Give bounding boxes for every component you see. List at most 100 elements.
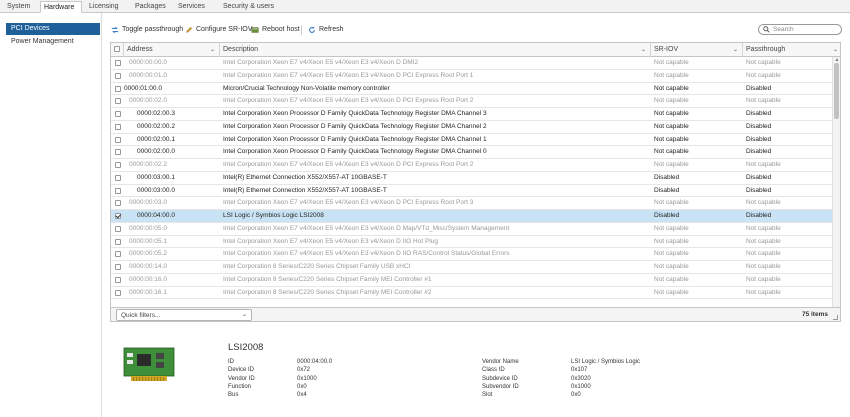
table-row[interactable]: 0000:02:00.2 Intel Corporation Xeon Proce… bbox=[111, 121, 833, 134]
row-checkbox[interactable] bbox=[115, 289, 121, 296]
tab-hardware[interactable]: Hardware bbox=[40, 1, 82, 13]
cell-description: Intel Corporation Xeon Processor D Famil… bbox=[223, 148, 487, 156]
chevron-down-icon[interactable]: ⌄ bbox=[210, 43, 215, 57]
table-row[interactable]: 0000:00:05.2 Intel Corporation Xeon E7 v4… bbox=[111, 248, 833, 261]
cell-address: 0000:00:01.0 bbox=[129, 71, 167, 79]
table-row[interactable]: 0000:00:02.0 Intel Corporation Xeon E7 v4… bbox=[111, 95, 833, 108]
column-header-address[interactable]: Address ⌄ bbox=[124, 43, 220, 57]
cell-sriov: Not capable bbox=[654, 122, 689, 130]
cell-sriov: Not capable bbox=[654, 263, 689, 270]
quick-filters-dropdown[interactable]: Quick filters... ⌄ bbox=[116, 309, 252, 321]
cell-address: 0000:03:00.0 bbox=[137, 186, 175, 194]
resize-handle-icon[interactable] bbox=[833, 315, 838, 320]
table-row[interactable]: 0000:04:00.0 LSI Logic / Symbios Logic LS… bbox=[111, 210, 833, 223]
search-input[interactable] bbox=[773, 26, 841, 33]
table-row[interactable]: 0000:00:00.0 Intel Corporation Xeon E7 v4… bbox=[111, 57, 833, 70]
scrollbar-thumb[interactable] bbox=[834, 63, 839, 119]
column-header-sriov[interactable]: SR-IOV ⌄ bbox=[651, 43, 743, 57]
reboot-host-button[interactable]: Reboot host bbox=[251, 23, 300, 37]
row-checkbox[interactable] bbox=[115, 276, 121, 283]
table-row[interactable]: 0000:03:00.0 Intel(R) Ethernet Connection… bbox=[111, 185, 833, 198]
tab-system[interactable]: System bbox=[4, 1, 34, 13]
table-row[interactable]: 0000:00:02.2 Intel Corporation Xeon E7 v4… bbox=[111, 159, 833, 172]
row-checkbox[interactable] bbox=[115, 238, 121, 245]
sidebar-item-power-management[interactable]: Power Management bbox=[6, 36, 100, 48]
table-row[interactable]: 0000:01:00.0 Micron/Crucial Technology No… bbox=[111, 83, 833, 96]
tab-packages[interactable]: Packages bbox=[132, 1, 170, 13]
cell-sriov: Disabled bbox=[654, 212, 680, 219]
detail-label: Bus bbox=[228, 392, 239, 399]
row-checkbox[interactable] bbox=[115, 225, 121, 232]
table-row[interactable]: 0000:00:16.0 Intel Corporation 8 Series/C… bbox=[111, 274, 833, 287]
sidebar: PCI Devices Power Management bbox=[0, 13, 102, 417]
cell-sriov: Not capable bbox=[654, 199, 689, 207]
table-row[interactable]: 0000:00:16.1 Intel Corporation 8 Series/C… bbox=[111, 287, 833, 300]
cell-passthrough: Disabled bbox=[746, 110, 772, 117]
row-checkbox[interactable] bbox=[115, 85, 121, 92]
cell-sriov: Not capable bbox=[654, 135, 689, 143]
row-checkbox[interactable] bbox=[115, 149, 121, 156]
row-checkbox[interactable] bbox=[115, 162, 121, 168]
search-box[interactable] bbox=[758, 24, 842, 35]
cell-address: 0000:00:05.1 bbox=[129, 237, 167, 245]
row-checkbox[interactable] bbox=[115, 187, 121, 194]
column-header-sriov-label: SR-IOV bbox=[654, 46, 679, 53]
select-all-checkbox[interactable] bbox=[114, 46, 120, 52]
search-icon bbox=[763, 26, 770, 33]
refresh-button[interactable]: Refresh bbox=[308, 23, 344, 37]
tab-licensing[interactable]: Licensing bbox=[86, 1, 126, 13]
select-all-column[interactable] bbox=[111, 43, 124, 57]
table-row[interactable]: 0000:02:00.3 Intel Corporation Xeon Proce… bbox=[111, 108, 833, 121]
row-checkbox[interactable] bbox=[115, 72, 121, 79]
configure-sriov-button[interactable]: Configure SR-IOV bbox=[185, 23, 252, 37]
main-content: Toggle passthrough Configure SR-IOV Rebo… bbox=[103, 13, 850, 417]
row-checkbox[interactable] bbox=[115, 136, 121, 143]
row-checkbox[interactable] bbox=[115, 123, 121, 130]
table-row[interactable]: 0000:00:05.0 Intel Corporation Xeon E7 v4… bbox=[111, 223, 833, 236]
toggle-passthrough-button[interactable]: Toggle passthrough bbox=[111, 23, 183, 37]
cell-description: Intel(R) Ethernet Connection X552/X557-A… bbox=[223, 173, 387, 181]
table-row[interactable]: 0000:02:00.1 Intel Corporation Xeon Proce… bbox=[111, 134, 833, 147]
cell-description: Intel Corporation 8 Series/C220 Series C… bbox=[223, 275, 432, 283]
tab-services[interactable]: Services bbox=[175, 1, 213, 13]
row-checkbox[interactable] bbox=[115, 111, 121, 117]
vertical-scrollbar[interactable]: ▲ ▼ bbox=[832, 57, 840, 320]
reboot-host-icon bbox=[251, 27, 259, 33]
cell-description: Intel Corporation Xeon Processor D Famil… bbox=[223, 135, 487, 143]
column-header-passthrough[interactable]: Passthrough ⌄ bbox=[743, 43, 840, 57]
cell-description: Intel Corporation Xeon Processor D Famil… bbox=[223, 122, 487, 130]
pci-card-icon bbox=[123, 347, 175, 381]
column-header-passthrough-label: Passthrough bbox=[746, 46, 786, 53]
row-checkbox[interactable] bbox=[115, 264, 121, 270]
toolbar: Toggle passthrough Configure SR-IOV Rebo… bbox=[103, 23, 850, 37]
cell-passthrough: Not capable bbox=[746, 263, 781, 270]
row-checkbox[interactable] bbox=[115, 200, 121, 207]
chevron-down-icon[interactable]: ⌄ bbox=[641, 43, 646, 57]
row-checkbox[interactable] bbox=[115, 174, 121, 181]
toggle-passthrough-label: Toggle passthrough bbox=[122, 26, 184, 33]
table-row[interactable]: 0000:00:14.0 Intel Corporation 8 Series/C… bbox=[111, 261, 833, 274]
sidebar-item-pci-devices[interactable]: PCI Devices bbox=[6, 23, 100, 35]
table-row[interactable]: 0000:00:03.0 Intel Corporation Xeon E7 v4… bbox=[111, 197, 833, 210]
tab-security-users[interactable]: Security & users bbox=[220, 1, 280, 13]
toolbar-divider bbox=[301, 25, 302, 35]
table-row[interactable]: 0000:00:01.0 Intel Corporation Xeon E7 v4… bbox=[111, 70, 833, 83]
chevron-down-icon[interactable]: ⌄ bbox=[833, 43, 838, 57]
table-row[interactable]: 0000:00:05.1 Intel Corporation Xeon E7 v4… bbox=[111, 236, 833, 249]
row-checkbox[interactable] bbox=[115, 60, 121, 66]
detail-label: ID bbox=[228, 359, 234, 365]
row-checkbox[interactable] bbox=[115, 98, 121, 105]
column-header-description[interactable]: Description ⌄ bbox=[220, 43, 651, 57]
row-checkbox[interactable] bbox=[115, 251, 121, 258]
row-checkbox[interactable] bbox=[115, 213, 121, 219]
cell-description: Intel Corporation Xeon E7 v4/Xeon E5 v4/… bbox=[223, 71, 474, 79]
chevron-down-icon[interactable]: ⌄ bbox=[733, 43, 738, 57]
cell-sriov: Not capable bbox=[654, 97, 689, 105]
cell-sriov: Disabled bbox=[654, 173, 680, 181]
table-row[interactable]: 0000:03:00.1 Intel(R) Ethernet Connection… bbox=[111, 172, 833, 185]
cell-description: Intel Corporation Xeon E7 v4/Xeon E5 v4/… bbox=[223, 237, 438, 245]
detail-label: Subvendor ID bbox=[482, 383, 519, 390]
table-row[interactable]: 0000:02:00.0 Intel Corporation Xeon Proce… bbox=[111, 146, 833, 159]
cell-sriov: Not capable bbox=[654, 161, 689, 168]
cell-sriov: Not capable bbox=[654, 250, 689, 258]
